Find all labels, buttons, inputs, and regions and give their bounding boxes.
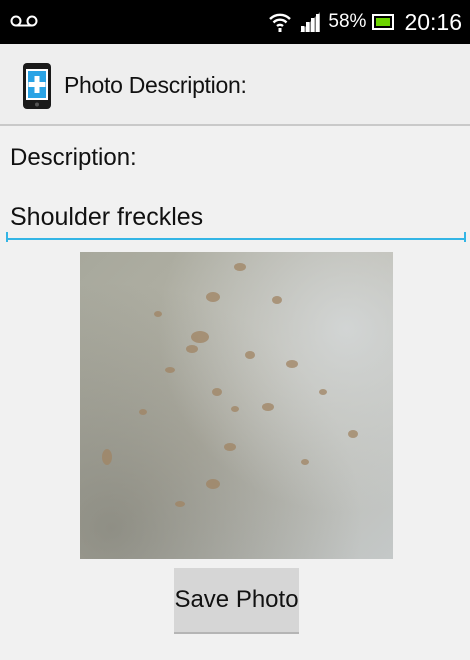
skin-photo <box>80 252 393 559</box>
status-bar: 58% 20:16 <box>0 0 470 44</box>
battery-percent: 58% <box>328 11 367 32</box>
clock: 20:16 <box>404 8 462 35</box>
input-underline-right-tick <box>464 232 466 242</box>
description-input[interactable] <box>6 196 466 240</box>
action-bar: Photo Description: <box>0 44 470 126</box>
voicemail-icon <box>10 15 38 27</box>
signal-icon <box>300 12 321 32</box>
page-title: Photo Description: <box>64 72 247 98</box>
save-photo-button[interactable]: Save Photo <box>174 568 299 634</box>
phone-medical-icon[interactable] <box>20 62 54 110</box>
status-icons: 58% 20:16 <box>268 0 462 44</box>
description-label: Description: <box>10 144 137 171</box>
battery-icon <box>372 14 395 30</box>
input-underline-left-tick <box>6 232 8 242</box>
wifi-icon <box>269 13 292 32</box>
